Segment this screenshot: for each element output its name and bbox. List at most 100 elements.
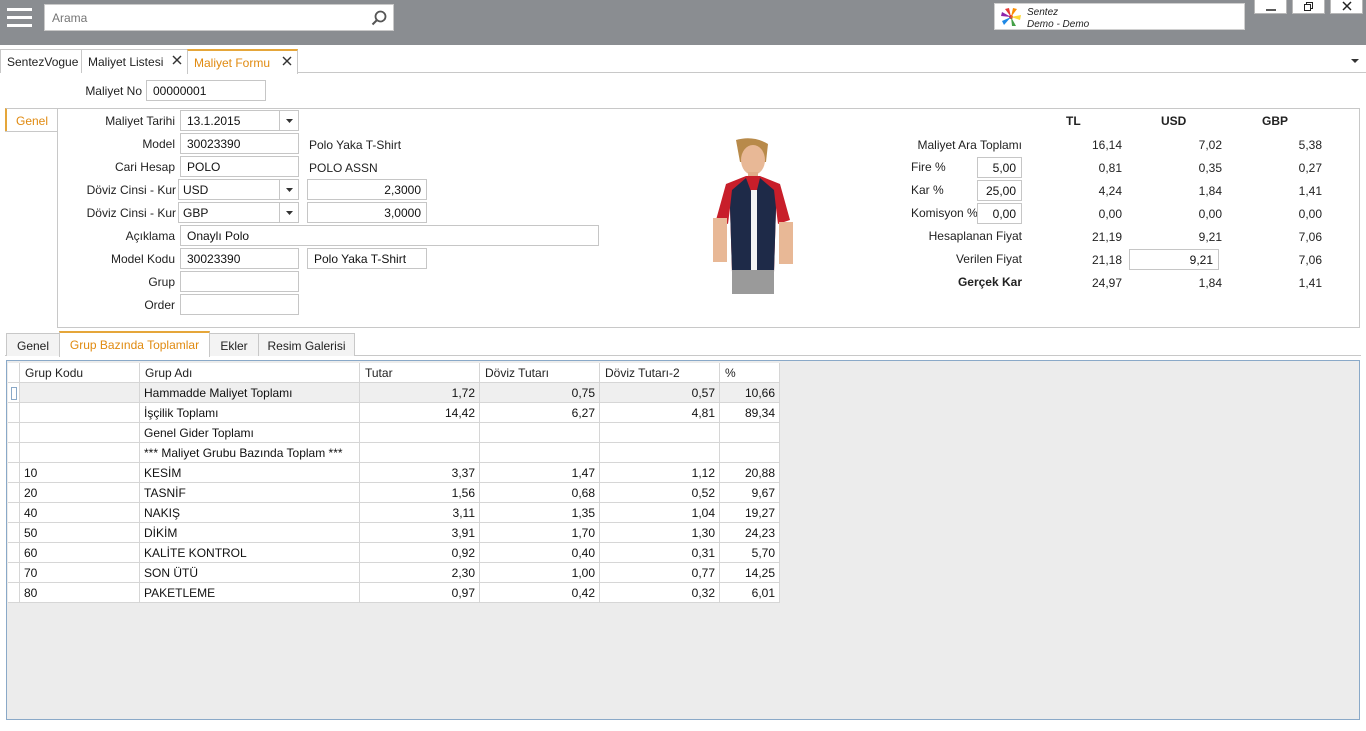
table-row[interactable]: *** Maliyet Grubu Bazında Toplam *** xyxy=(8,443,1358,463)
grup-field[interactable] xyxy=(180,271,299,292)
cell-doviz-tutari[interactable]: 6,27 xyxy=(480,403,600,423)
cell-tutar[interactable]: 0,97 xyxy=(360,583,480,603)
row-indicator[interactable] xyxy=(8,383,20,403)
cell-grup-adi[interactable]: TASNİF xyxy=(140,483,360,503)
cell-percent[interactable]: 9,67 xyxy=(720,483,780,503)
cell-grup-adi[interactable]: Hammadde Maliyet Toplamı xyxy=(140,383,360,403)
tab-genel[interactable]: Genel xyxy=(6,333,60,356)
dropdown-button[interactable] xyxy=(279,203,298,222)
cell-doviz-tutari-2[interactable] xyxy=(600,423,720,443)
doviz2-select[interactable]: GBP xyxy=(178,202,299,223)
table-row[interactable]: 40 NAKIŞ 3,11 1,35 1,04 19,27 xyxy=(8,503,1358,523)
column-header-tutar[interactable]: Tutar xyxy=(360,363,480,383)
search-icon[interactable] xyxy=(371,10,387,26)
cell-doviz-tutari[interactable]: 1,47 xyxy=(480,463,600,483)
doviz1-select[interactable]: USD xyxy=(178,179,299,200)
date-dropdown-button[interactable] xyxy=(279,111,298,130)
column-header-percent[interactable]: % xyxy=(720,363,780,383)
hamburger-menu-icon[interactable] xyxy=(7,6,32,30)
cell-doviz-tutari-2[interactable]: 0,77 xyxy=(600,563,720,583)
cell-percent[interactable]: 20,88 xyxy=(720,463,780,483)
cell-grup-adi[interactable]: KESİM xyxy=(140,463,360,483)
column-header-doviz-tutari-2[interactable]: Döviz Tutarı-2 xyxy=(600,363,720,383)
table-row[interactable]: 80 PAKETLEME 0,97 0,42 0,32 6,01 xyxy=(8,583,1358,603)
table-row[interactable]: Genel Gider Toplamı xyxy=(8,423,1358,443)
table-row[interactable]: 20 TASNİF 1,56 0,68 0,52 9,67 xyxy=(8,483,1358,503)
cell-tutar[interactable]: 0,92 xyxy=(360,543,480,563)
cell-percent[interactable]: 24,23 xyxy=(720,523,780,543)
cell-grup-kodu[interactable]: 40 xyxy=(20,503,140,523)
cell-doviz-tutari[interactable]: 0,40 xyxy=(480,543,600,563)
chevron-down-icon[interactable] xyxy=(1350,57,1360,65)
close-tab-icon[interactable] xyxy=(172,55,182,65)
cell-grup-adi[interactable]: *** Maliyet Grubu Bazında Toplam *** xyxy=(140,443,360,463)
tab-grup-bazinda-toplamlar[interactable]: Grup Bazında Toplamlar xyxy=(59,331,210,357)
table-row[interactable]: İşçilik Toplamı 14,42 6,27 4,81 89,34 xyxy=(8,403,1358,423)
cell-grup-kodu[interactable]: 10 xyxy=(20,463,140,483)
cell-grup-kodu[interactable]: 80 xyxy=(20,583,140,603)
cell-doviz-tutari-2[interactable]: 1,30 xyxy=(600,523,720,543)
cell-grup-adi[interactable]: PAKETLEME xyxy=(140,583,360,603)
tab-ekler[interactable]: Ekler xyxy=(209,333,259,356)
table-row[interactable]: 10 KESİM 3,37 1,47 1,12 20,88 xyxy=(8,463,1358,483)
verilen-fiyat-usd-field[interactable]: 9,21 xyxy=(1129,249,1219,270)
search-input[interactable] xyxy=(45,5,365,30)
cell-percent[interactable]: 89,34 xyxy=(720,403,780,423)
cell-doviz-tutari[interactable] xyxy=(480,443,600,463)
cell-doviz-tutari[interactable]: 0,42 xyxy=(480,583,600,603)
cell-grup-kodu[interactable] xyxy=(20,443,140,463)
fire-percent-field[interactable]: 5,00 xyxy=(977,157,1022,178)
cell-doviz-tutari-2[interactable]: 1,04 xyxy=(600,503,720,523)
cell-grup-kodu[interactable]: 20 xyxy=(20,483,140,503)
cell-percent[interactable]: 5,70 xyxy=(720,543,780,563)
tab-maliyet-listesi[interactable]: Maliyet Listesi xyxy=(81,49,188,73)
cell-percent[interactable]: 14,25 xyxy=(720,563,780,583)
cell-doviz-tutari[interactable] xyxy=(480,423,600,443)
cell-tutar[interactable]: 3,11 xyxy=(360,503,480,523)
company-badge[interactable]: Sentez Demo - Demo xyxy=(994,3,1245,30)
cell-grup-kodu[interactable] xyxy=(20,403,140,423)
cell-grup-kodu[interactable] xyxy=(20,383,140,403)
tab-sentezvogue[interactable]: SentezVogue xyxy=(0,49,82,73)
cell-doviz-tutari-2[interactable]: 4,81 xyxy=(600,403,720,423)
table-row[interactable]: Hammadde Maliyet Toplamı 1,72 0,75 0,57 10,6… xyxy=(8,383,1358,403)
cell-grup-adi[interactable]: NAKIŞ xyxy=(140,503,360,523)
row-indicator[interactable] xyxy=(8,563,20,583)
cell-percent[interactable] xyxy=(720,423,780,443)
cell-grup-kodu[interactable]: 60 xyxy=(20,543,140,563)
row-indicator[interactable] xyxy=(8,523,20,543)
order-field[interactable] xyxy=(180,294,299,315)
tab-resim-galerisi[interactable]: Resim Galerisi xyxy=(258,333,355,356)
dropdown-button[interactable] xyxy=(279,180,298,199)
cell-doviz-tutari-2[interactable]: 0,52 xyxy=(600,483,720,503)
search-box[interactable] xyxy=(44,4,394,31)
row-indicator[interactable] xyxy=(8,483,20,503)
cell-percent[interactable]: 10,66 xyxy=(720,383,780,403)
aciklama-field[interactable]: Onaylı Polo xyxy=(180,225,599,246)
table-row[interactable]: 50 DİKİM 3,91 1,70 1,30 24,23 xyxy=(8,523,1358,543)
cell-doviz-tutari[interactable]: 0,68 xyxy=(480,483,600,503)
cell-doviz-tutari-2[interactable]: 1,12 xyxy=(600,463,720,483)
minimize-button[interactable] xyxy=(1254,0,1287,14)
close-window-button[interactable] xyxy=(1330,0,1363,14)
side-tab-genel[interactable]: Genel xyxy=(5,108,57,132)
column-header-grup-adi[interactable]: Grup Adı xyxy=(140,363,360,383)
cell-grup-adi[interactable]: SON ÜTÜ xyxy=(140,563,360,583)
cell-percent[interactable] xyxy=(720,443,780,463)
cell-doviz-tutari-2[interactable]: 0,32 xyxy=(600,583,720,603)
cell-tutar[interactable] xyxy=(360,423,480,443)
row-indicator[interactable] xyxy=(8,423,20,443)
row-indicator[interactable] xyxy=(8,443,20,463)
maliyet-tarihi-date-picker[interactable]: 13.1.2015 xyxy=(180,110,299,131)
table-row[interactable]: 60 KALİTE KONTROL 0,92 0,40 0,31 5,70 xyxy=(8,543,1358,563)
cell-grup-adi[interactable]: KALİTE KONTROL xyxy=(140,543,360,563)
tab-maliyet-formu[interactable]: Maliyet Formu xyxy=(187,49,298,74)
doviz1-rate-field[interactable]: 2,3000 xyxy=(307,179,427,200)
cell-percent[interactable]: 19,27 xyxy=(720,503,780,523)
cell-doviz-tutari-2[interactable]: 0,57 xyxy=(600,383,720,403)
row-indicator[interactable] xyxy=(8,583,20,603)
cell-doviz-tutari-2[interactable] xyxy=(600,443,720,463)
column-header-grup-kodu[interactable]: Grup Kodu xyxy=(20,363,140,383)
cell-doviz-tutari[interactable]: 1,00 xyxy=(480,563,600,583)
cell-tutar[interactable] xyxy=(360,443,480,463)
